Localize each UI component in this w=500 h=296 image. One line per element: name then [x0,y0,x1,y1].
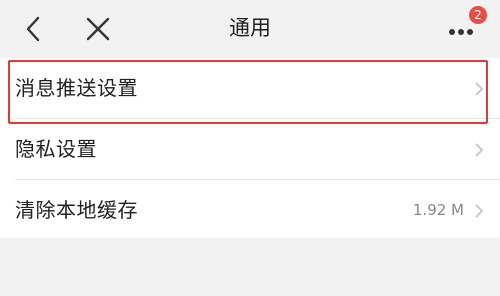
settings-list: 消息推送设置 隐私设置 清除本地缓存 1.92 M [0,58,500,238]
top-navigation-bar: 通用 2 [0,0,500,57]
chevron-right-icon [475,204,483,218]
settings-item-push-notifications[interactable]: 消息推送设置 [0,58,500,118]
page-title: 通用 [229,16,271,40]
settings-item-label: 清除本地缓存 [15,198,138,222]
settings-item-privacy[interactable]: 隐私设置 [0,119,500,179]
settings-item-label: 消息推送设置 [15,76,138,100]
more-options-button[interactable] [440,12,496,48]
settings-item-label: 隐私设置 [15,137,97,161]
back-button[interactable] [21,13,49,45]
notification-badge: 2 [469,6,487,24]
back-arrow-icon [26,16,40,42]
close-button[interactable] [82,13,114,45]
settings-item-clear-cache[interactable]: 清除本地缓存 1.92 M [0,180,500,240]
close-icon [86,17,110,41]
cache-size-value: 1.92 M [412,201,464,219]
chevron-right-icon [475,82,483,96]
more-icon [449,29,473,35]
chevron-right-icon [475,143,483,157]
